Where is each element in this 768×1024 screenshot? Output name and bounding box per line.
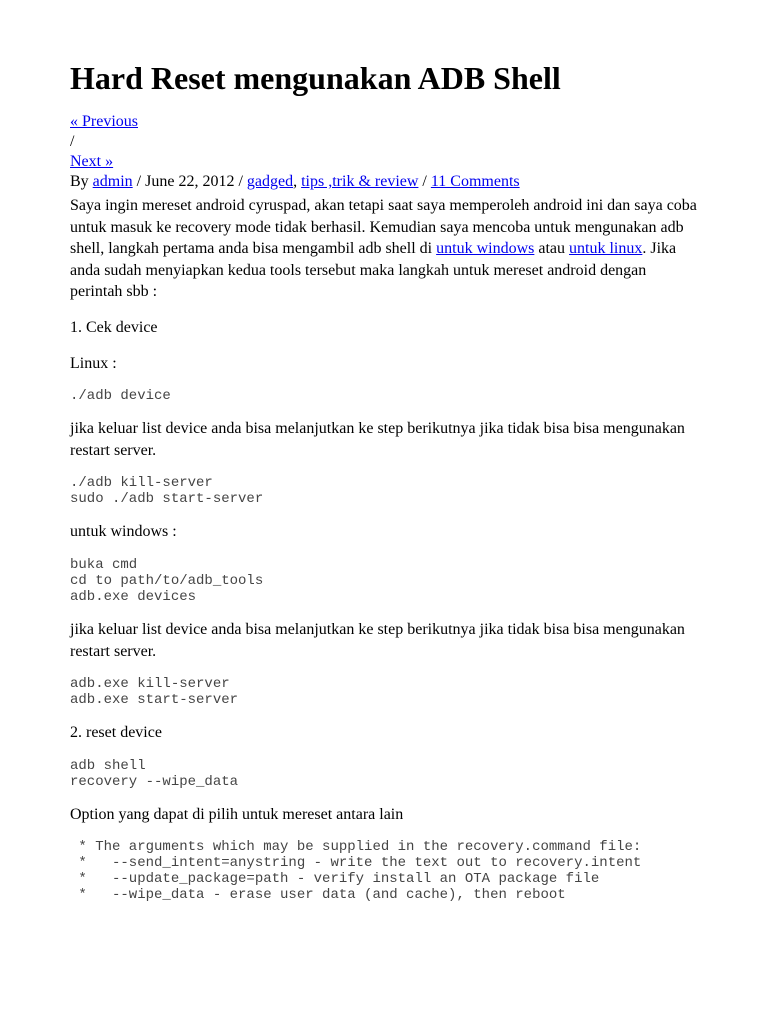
intro-mid: atau: [534, 240, 569, 257]
intro-paragraph: Saya ingin mereset android cyruspad, aka…: [70, 195, 698, 303]
byline-sep: /: [133, 173, 145, 190]
code-block-adb-device: ./adb device: [70, 388, 698, 404]
nav-separator: /: [70, 133, 698, 151]
paragraph-restart-2: jika keluar list device anda bisa melanj…: [70, 619, 698, 662]
paragraph-restart-1: jika keluar list device anda bisa melanj…: [70, 418, 698, 461]
category-link-gadged[interactable]: gadged: [247, 173, 293, 190]
linux-label: Linux :: [70, 353, 698, 375]
byline-sep: /: [234, 173, 246, 190]
code-block-kill-server-linux: ./adb kill-server sudo ./adb start-serve…: [70, 475, 698, 507]
comments-link[interactable]: 11 Comments: [431, 173, 520, 190]
windows-link[interactable]: untuk windows: [436, 240, 534, 257]
code-block-recovery-args: * The arguments which may be supplied in…: [70, 839, 698, 903]
category-link-tips[interactable]: tips ,trik & review: [301, 173, 418, 190]
byline-sep: /: [418, 173, 430, 190]
category-sep: ,: [293, 173, 301, 190]
by-label: By: [70, 173, 93, 190]
windows-label: untuk windows :: [70, 521, 698, 543]
post-date: June 22, 2012: [145, 173, 234, 190]
code-block-adb-shell: adb shell recovery --wipe_data: [70, 758, 698, 790]
code-block-windows-cmd: buka cmd cd to path/to/adb_tools adb.exe…: [70, 557, 698, 605]
code-block-kill-server-windows: adb.exe kill-server adb.exe start-server: [70, 676, 698, 708]
linux-link[interactable]: untuk linux: [569, 240, 642, 257]
next-link[interactable]: Next »: [70, 153, 113, 170]
byline: By admin / June 22, 2012 / gadged, tips …: [70, 173, 698, 191]
paragraph-options: Option yang dapat di pilih untuk mereset…: [70, 804, 698, 826]
page-title: Hard Reset mengunakan ADB Shell: [70, 60, 698, 97]
author-link[interactable]: admin: [93, 173, 133, 190]
step-1-heading: 1. Cek device: [70, 317, 698, 339]
step-2-heading: 2. reset device: [70, 722, 698, 744]
previous-link[interactable]: « Previous: [70, 113, 138, 130]
